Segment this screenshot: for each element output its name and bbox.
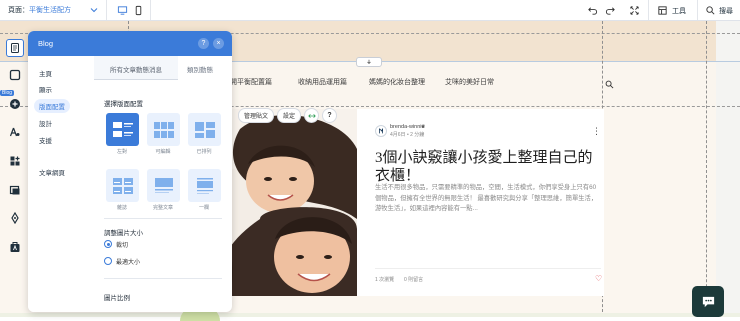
author-name[interactable]: brenda-winnie xyxy=(390,124,425,130)
panel-nav-support[interactable]: 支援 xyxy=(34,133,57,147)
post-meta: 4月6日 • 2 分鐘 xyxy=(390,132,425,138)
heart-icon[interactable]: ♡ xyxy=(595,274,602,283)
undo-icon[interactable] xyxy=(585,3,599,17)
chat-icon xyxy=(702,296,714,308)
tools-button[interactable]: 工具 xyxy=(672,6,686,16)
pages-icon[interactable] xyxy=(6,39,24,57)
site-nav-item-1[interactable]: 開平衡配置篇 xyxy=(230,77,272,87)
site-search-icon[interactable] xyxy=(605,76,614,89)
layout-label-1: 左對 xyxy=(116,149,127,155)
layout-tile-editorial[interactable] xyxy=(147,113,180,146)
site-nav-item-3[interactable]: 媽媽的化妝台整理 xyxy=(369,77,425,87)
chat-button[interactable] xyxy=(692,286,724,317)
layout-label-6: 一欄 xyxy=(198,205,209,211)
panel-nav: 主頁 顯示 版面配置 設計 支援 文章網頁 xyxy=(28,56,94,312)
layout-tile-side-by-side[interactable] xyxy=(106,113,139,146)
post-comments: 0 則留言 xyxy=(404,277,424,283)
tab-category-feed[interactable]: 類別動態 xyxy=(187,64,213,74)
stretch-icon[interactable] xyxy=(304,108,320,123)
panel-nav-main[interactable]: 主頁 xyxy=(34,66,57,80)
radio-crop-label[interactable]: 裁切 xyxy=(116,240,128,249)
post-excerpt: 生活不用很多物品，只需要精準的物品，空間，生活模式，你們享受身上只有60個物品，… xyxy=(375,184,598,212)
search-button[interactable]: 搜尋 xyxy=(719,6,733,16)
blog-pen-icon[interactable] xyxy=(7,210,23,226)
layout-tile-full-post[interactable] xyxy=(147,169,180,202)
add-icon[interactable] xyxy=(7,96,23,112)
layout-tile-tiled[interactable] xyxy=(188,113,221,146)
zoom-fit-icon[interactable] xyxy=(627,3,641,17)
panel-header: Blog ? × xyxy=(28,31,232,56)
panel-tabs: 所有文章動態消息 類別動態 xyxy=(94,56,232,80)
panel-content: 所有文章動態消息 類別動態 選擇版面配置 左對 可編輯 已排列 雜誌 完整文章 … xyxy=(94,56,232,312)
panel-nav-post-page[interactable]: 文章網頁 xyxy=(34,165,70,179)
page-label: 頁面： xyxy=(8,7,29,14)
media-icon[interactable] xyxy=(7,182,23,198)
page-value: 平衡生活配方 xyxy=(29,7,71,14)
manage-posts-button[interactable]: 管理貼文 xyxy=(238,108,275,123)
image-ratio-label: 圖片比例 xyxy=(104,295,130,302)
section-handle[interactable] xyxy=(356,57,382,67)
page-selector[interactable]: 頁面：平衡生活配方 xyxy=(8,5,71,15)
layout-label-2: 可編輯 xyxy=(155,149,171,155)
choose-layout-label: 選擇版面配置 xyxy=(104,101,143,108)
panel-title: Blog xyxy=(38,39,54,48)
author-avatar[interactable] xyxy=(375,125,387,137)
mobile-view-icon[interactable] xyxy=(131,3,145,17)
panel-nav-layout[interactable]: 版面配置 xyxy=(34,99,70,113)
crown-icon: ♛ xyxy=(421,124,426,130)
desktop-view-icon[interactable] xyxy=(115,3,129,17)
layout-tile-magazine[interactable] xyxy=(106,169,139,202)
layout-label-5: 完整文章 xyxy=(152,205,173,211)
blog-settings-panel: Blog ? × 主頁 顯示 版面配置 設計 支援 文章網頁 所有文章動態消息 … xyxy=(28,31,232,312)
panel-close-button[interactable]: × xyxy=(213,38,224,49)
site-nav-item-4[interactable]: 艾咪的美好日常 xyxy=(445,77,494,87)
chevron-down-icon[interactable] xyxy=(88,4,100,16)
apps-icon[interactable] xyxy=(7,153,23,169)
settings-button[interactable]: 設定 xyxy=(277,108,302,123)
tab-all-posts-feed[interactable]: 所有文章動態消息 xyxy=(110,64,162,74)
editor-topbar: 頁面：平衡生活配方 工具 搜尋 xyxy=(0,0,740,21)
right-gutter xyxy=(716,21,740,317)
redo-icon[interactable] xyxy=(603,3,617,17)
layout-tile-one-column[interactable] xyxy=(188,169,221,202)
help-button[interactable]: ? xyxy=(322,108,338,123)
panel-nav-design[interactable]: 設計 xyxy=(34,116,57,130)
site-nav-item-2[interactable]: 收納用品運用篇 xyxy=(298,77,347,87)
radio-crop[interactable] xyxy=(104,240,112,248)
image-resize-label: 調整圖片大小 xyxy=(104,230,143,237)
design-icon[interactable] xyxy=(7,124,23,140)
layout-label-4: 雜誌 xyxy=(116,205,127,211)
post-floating-toolbar: 管理貼文 設定 ? xyxy=(238,108,338,123)
radio-fit[interactable] xyxy=(104,257,112,265)
editor-left-rail: Blog xyxy=(0,36,28,272)
post-views: 1 次瀏覽 xyxy=(375,277,395,283)
layout-label-3: 已排列 xyxy=(196,149,212,155)
search-icon[interactable] xyxy=(703,3,717,17)
panel-nav-display[interactable]: 顯示 xyxy=(34,82,57,96)
layout-icon[interactable] xyxy=(7,67,23,83)
panel-help-button[interactable]: ? xyxy=(198,38,209,49)
more-options-icon[interactable]: ⋮ xyxy=(592,127,601,136)
tools-icon[interactable] xyxy=(655,3,669,17)
radio-fit-label[interactable]: 最適大小 xyxy=(116,257,140,266)
business-icon[interactable] xyxy=(7,239,23,255)
post-title[interactable]: 3個小訣竅讓小孩愛上整理自己的衣櫃！ xyxy=(375,149,597,185)
